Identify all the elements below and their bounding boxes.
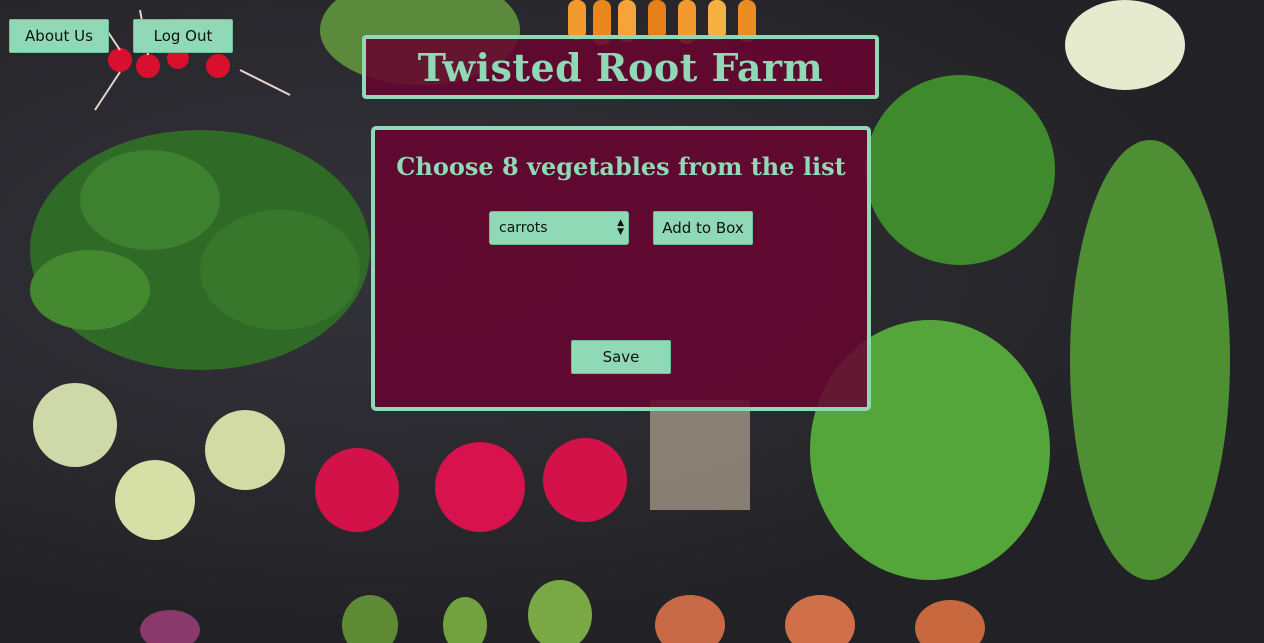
add-to-box-button[interactable]: Add to Box [653, 211, 753, 245]
save-button[interactable]: Save [571, 340, 671, 374]
vegetable-select-value: carrots [499, 220, 548, 236]
log-out-button[interactable]: Log Out [133, 19, 233, 53]
panel-heading: Choose 8 vegetables from the list [396, 152, 846, 181]
spinach-graphic [30, 130, 370, 370]
about-us-button[interactable]: About Us [9, 19, 109, 53]
vegetable-selection-panel: Choose 8 vegetables from the list carrot… [371, 126, 871, 411]
select-arrows-icon: ▲ ▼ [617, 218, 624, 237]
vegetable-select[interactable]: carrots ▲ ▼ [489, 211, 629, 245]
site-title-banner: Twisted Root Farm [362, 35, 879, 99]
site-title: Twisted Root Farm [417, 44, 824, 90]
